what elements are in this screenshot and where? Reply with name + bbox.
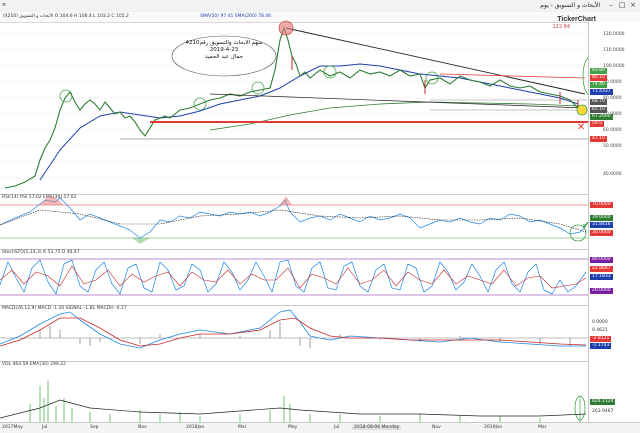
date-tick: Jul bbox=[42, 425, 48, 430]
sma200-line bbox=[209, 101, 581, 131]
lower-channel-line bbox=[209, 93, 586, 109]
rsi-tag: 31.8416 bbox=[590, 222, 613, 228]
price-series bbox=[4, 26, 579, 189]
cancel-x-icon: ✕ bbox=[577, 122, 585, 133]
macd-tag: 0.4621 bbox=[590, 328, 610, 334]
stoch-tag: 80.0000 bbox=[590, 257, 613, 263]
volume-tag: 263.9467 bbox=[590, 409, 616, 415]
crosshair-date: 2018-08-06 Monday bbox=[352, 425, 402, 430]
maximize-icon[interactable]: □ bbox=[617, 1, 627, 10]
rsi-tag: 39.0000 bbox=[590, 215, 613, 221]
date-tick: May bbox=[288, 425, 298, 430]
price-tag: 68.70 bbox=[590, 99, 607, 105]
minimize-icon[interactable]: – bbox=[606, 1, 616, 10]
macd-tag: -2.8121 bbox=[590, 336, 612, 342]
date-tick: 2019Jan bbox=[484, 425, 503, 430]
date-tick: Sep bbox=[90, 425, 99, 430]
volume-tag: 824.1124 bbox=[590, 399, 616, 405]
date-tick: Nov bbox=[432, 425, 441, 430]
stoch-tag: 17.1833 bbox=[590, 274, 613, 280]
price-tag: 67.2000 bbox=[590, 114, 613, 120]
green-marker-icon bbox=[251, 81, 265, 95]
price-tag: 83.80 bbox=[590, 68, 607, 74]
note-line3: جمال عبد الحميد bbox=[204, 54, 244, 60]
rsi-tag: 70.0000 bbox=[590, 202, 613, 208]
stoch-tag: 20.0000 bbox=[590, 288, 613, 294]
date-tick: 2018Jan bbox=[186, 425, 205, 430]
date-tick: Mar bbox=[238, 425, 247, 430]
volume-ema-line bbox=[0, 399, 587, 419]
rsi-tag: 30.0000 bbox=[590, 230, 613, 236]
top-price-label: 122.84 bbox=[552, 24, 571, 30]
stochastic-drawing bbox=[0, 258, 588, 296]
price-tag: 47.10 bbox=[590, 136, 607, 142]
price-tag: 80.10 bbox=[590, 75, 607, 81]
peak-marker-icon bbox=[278, 20, 294, 36]
date-tick: Nov bbox=[138, 425, 147, 430]
axis-tick: 110.0000 bbox=[603, 48, 625, 53]
buy-marker-icon bbox=[576, 104, 588, 116]
trading-chart-window: ≡ الأبحاث و التسويق - يوم – □ × الأبحاث … bbox=[0, 0, 640, 433]
axis-tick: 120.0000 bbox=[603, 32, 625, 37]
date-tick: Jul bbox=[334, 425, 340, 430]
resistance-trendline bbox=[285, 27, 586, 95]
upper-red-line bbox=[439, 73, 586, 79]
price-tag: 59.9 bbox=[590, 121, 605, 127]
note-line2: 2019-4-23 bbox=[209, 47, 239, 53]
macd-tag: 0.0000 bbox=[590, 320, 610, 326]
note-line1: سهم الابحاث والتسويق رقم4210 bbox=[185, 40, 263, 46]
axis-tick: 60.0000 bbox=[603, 128, 622, 133]
price-tag: 71.4337 bbox=[590, 89, 613, 95]
date-tick: 2017May bbox=[2, 425, 23, 430]
date-axis[interactable]: 2017May Jul Sep Nov 2018Jan Mar May Jul … bbox=[0, 422, 640, 433]
close-icon[interactable]: × bbox=[628, 1, 638, 10]
stoch-tag: 22.8667 bbox=[590, 266, 613, 272]
macd-tag: -1.1743 bbox=[590, 343, 612, 349]
price-axis[interactable]: 120.0000 110.0000 100.0000 90.0000 80.00… bbox=[588, 22, 640, 422]
date-tick: Mar bbox=[538, 425, 547, 430]
axis-tick: 50.0000 bbox=[603, 144, 622, 149]
rsi-drawing: ✔ bbox=[0, 196, 588, 244]
axis-tick: 40.0000 bbox=[603, 172, 622, 177]
chart-drawing: ✕ ✔ bbox=[0, 20, 588, 422]
price-tag: 65.10 bbox=[590, 107, 607, 113]
price-tag: 74.40 bbox=[590, 82, 607, 88]
analyst-note: سهم الابحاث والتسويق رقم4210 2019-4-23 ج… bbox=[176, 40, 272, 70]
macd-drawing bbox=[0, 309, 588, 349]
